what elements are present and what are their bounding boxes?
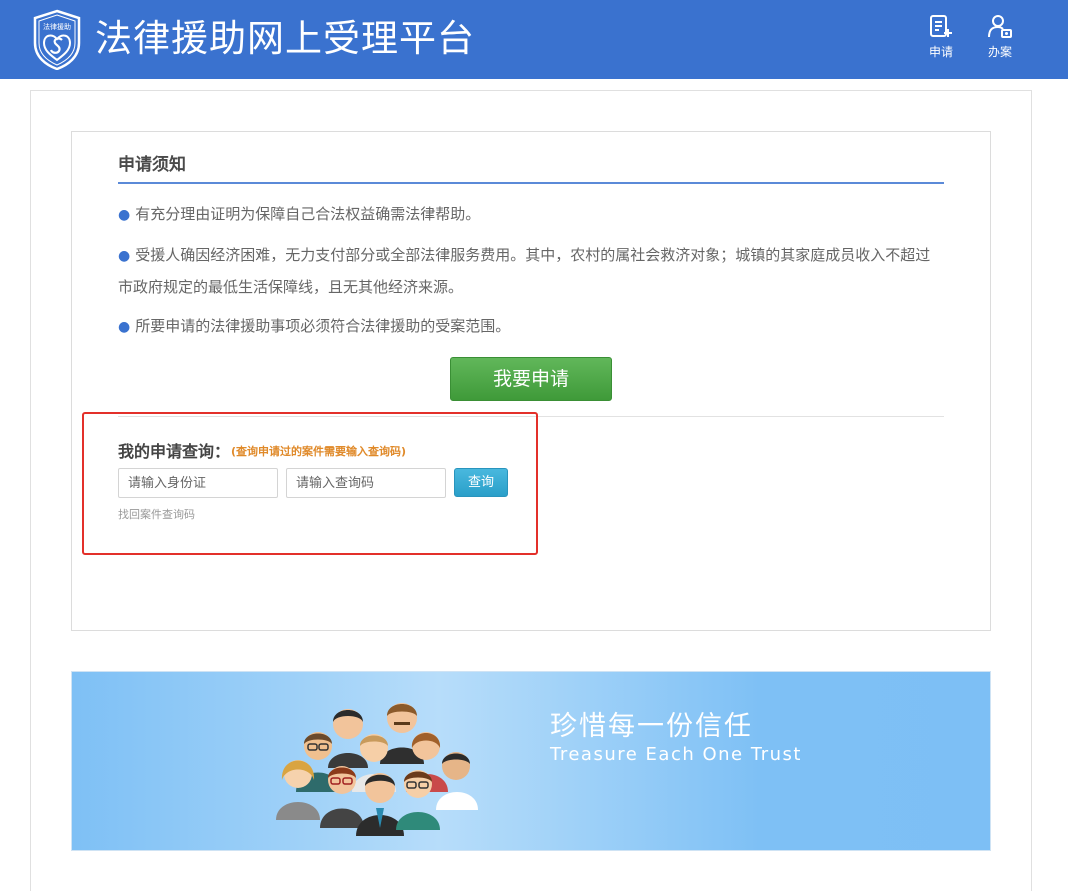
nav-case-button[interactable]: 办案 [975,14,1025,70]
case-handling-icon [988,15,1012,38]
notice-item: ● 有充分理由证明为保障自己合法权益确需法律帮助。 [118,199,944,231]
header-bar: 法律援助 法律援助网上受理平台 申请 办案 [0,0,1068,79]
banner-title-cn: 珍惜每一份信任 [550,711,753,742]
notice-item: ● 受援人确因经济困难，无力支付部分或全部法律服务费用。其中，农村的属社会救济对象… [118,240,944,303]
trust-banner: 珍惜每一份信任 Treasure Each One Trust [71,671,991,851]
bullet-icon: ● [118,207,131,223]
query-code-input[interactable] [286,468,446,498]
legal-aid-shield-logo-icon[interactable]: 法律援助 [32,9,82,70]
people-group-illustration-icon [276,703,478,836]
bullet-icon: ● [118,248,131,264]
notice-title-underline [118,182,944,184]
id-card-input[interactable] [118,468,278,498]
notice-item-text: 有充分理由证明为保障自己合法权益确需法律帮助。 [135,205,481,223]
notice-item-text: 受援人确因经济困难，无力支付部分或全部法律服务费用。其中，农村的属社会救济对象；… [118,246,931,296]
query-title: 我的申请查询： [118,442,231,461]
recover-query-code-link[interactable]: 找回案件查询码 [118,506,195,522]
site-title: 法律援助网上受理平台 [95,17,475,60]
bullet-icon: ● [118,319,131,335]
notice-item-text: 所要申请的法律援助事项必须符合法律援助的受案范围。 [135,317,511,335]
notice-item: ● 所要申请的法律援助事项必须符合法律援助的受案范围。 [118,311,944,343]
nav-apply-button[interactable]: 申请 [916,14,966,70]
banner-title-en: Treasure Each One Trust [550,744,802,765]
logo-text: 法律援助 [43,22,71,31]
apply-document-icon [930,15,952,37]
nav-apply-label: 申请 [928,45,953,59]
query-submit-button[interactable]: 查询 [454,468,508,497]
nav-case-label: 办案 [987,45,1012,59]
query-hint: (查询申请过的案件需要输入查询码) [231,445,407,458]
apply-button[interactable]: 我要申请 [450,357,612,401]
notice-title: 申请须知 [118,155,186,175]
